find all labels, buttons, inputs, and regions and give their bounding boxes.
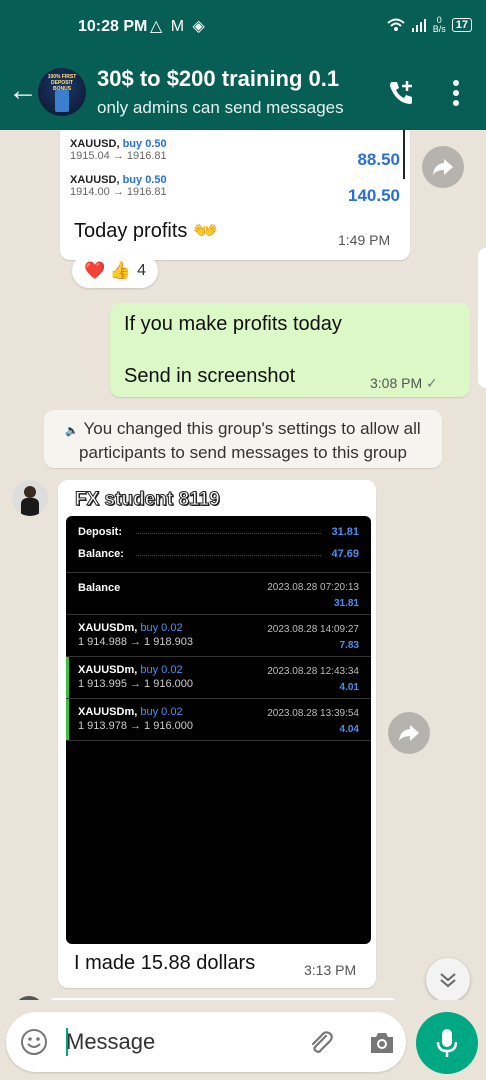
battery-icon: 17	[451, 18, 472, 32]
double-chevron-down-icon	[440, 973, 456, 988]
signal-icon	[411, 19, 426, 32]
message-text: If you make profits today	[124, 313, 342, 335]
status-right-icons: 0 B/s 17	[387, 16, 472, 34]
system-text: You changed this group's settings to all…	[79, 419, 421, 462]
net-speed: 0 B/s	[432, 15, 446, 34]
reaction-count: 4	[137, 262, 146, 279]
trade-profit: 140.50	[348, 186, 400, 205]
divider	[66, 614, 371, 615]
back-arrow-icon[interactable]: ←	[8, 76, 38, 106]
avatar-body	[21, 498, 39, 516]
sent-check-icon: ✓	[426, 375, 438, 391]
avatar-head	[24, 486, 36, 498]
message-text: Today profits 👐	[74, 220, 218, 242]
group-avatar[interactable]: 100% FIRST DEPOSIT BONUS	[38, 68, 86, 116]
mic-button[interactable]	[416, 1012, 478, 1074]
status-time: 10:28 PM	[78, 18, 148, 35]
emoji-icon[interactable]	[20, 1028, 48, 1056]
message-text: I made 15.88 dollars	[74, 952, 256, 974]
menu-dots-icon[interactable]	[446, 78, 466, 108]
trade-row: XAUUSDm, buy 0.02 1 913.978 → 1 916.000 …	[78, 706, 359, 735]
message-time: 3:13 PM	[304, 962, 357, 978]
chat-header: 10:28 PM △ M ◈ 0 B/s 17 ← 100% FIRST DEP…	[0, 0, 486, 130]
divider	[66, 656, 371, 657]
dot-leader	[136, 533, 321, 534]
sender-name[interactable]: FX student 8119	[75, 489, 221, 511]
trade-row: XAUUSDm, buy 0.02 1 914.988 → 1 918.903 …	[78, 622, 359, 651]
next-sender-avatar	[14, 996, 44, 1000]
incoming-message[interactable]: XAUUSD, buy 0.50 1915.04 → 1916.81 88.50…	[60, 130, 410, 260]
dot-leader	[136, 555, 321, 556]
divider	[66, 740, 371, 741]
outgoing-message[interactable]: If you make profits today Send in screen…	[110, 303, 470, 397]
system-speaker-icon: 🔈	[65, 425, 80, 437]
chat-area[interactable]: XAUUSD, buy 0.50 1915.04 → 1916.81 88.50…	[0, 130, 486, 1000]
add-call-icon[interactable]	[386, 78, 416, 108]
chat-subtitle: only admins can send messages	[97, 98, 344, 117]
microphone-icon	[436, 1029, 458, 1057]
message-time: 3:08 PM ✓	[370, 375, 438, 391]
forward-icon	[399, 725, 419, 741]
partial-bubble-edge	[478, 248, 486, 388]
phone-graphic	[55, 90, 69, 112]
forward-icon	[433, 159, 453, 175]
trade-row: XAUUSD, buy 0.50 1915.04 → 1916.81	[70, 138, 167, 162]
reactions-bar[interactable]: ❤️ 👍 4	[72, 254, 158, 288]
scroll-to-bottom-button[interactable]	[426, 958, 470, 1000]
screenshot-image[interactable]: Deposit: 31.81 Balance: 47.69 Balance 20…	[66, 516, 371, 944]
screenshot-edge	[403, 130, 405, 179]
chat-title[interactable]: 30$ to $200 training 0.1	[97, 66, 339, 92]
wifi-icon	[387, 18, 405, 31]
system-message: 🔈 You changed this group's settings to a…	[44, 410, 442, 468]
sender-avatar[interactable]	[12, 480, 48, 516]
deposit-row: Deposit: 31.81	[78, 526, 359, 538]
paperclip-icon[interactable]	[306, 1028, 334, 1056]
trade-row: XAUUSDm, buy 0.02 1 913.995 → 1 916.000 …	[78, 664, 359, 693]
reaction-emojis: ❤️ 👍	[84, 261, 132, 280]
notification-icons: △ M ◈	[150, 18, 207, 35]
next-message-preview	[48, 998, 398, 1000]
forward-button[interactable]	[388, 712, 430, 754]
message-text: Send in screenshot	[124, 365, 296, 387]
trade-profit: 88.50	[357, 150, 400, 169]
camera-icon[interactable]	[368, 1030, 396, 1056]
divider	[66, 572, 371, 573]
balance-row: Balance 2023.08.28 07:20:13 31.81	[78, 582, 359, 609]
status-bar: 10:28 PM △ M ◈ 0 B/s 17	[0, 0, 486, 56]
message-composer	[6, 1012, 406, 1072]
message-time: 1:49 PM	[338, 232, 391, 248]
message-input[interactable]	[66, 1026, 296, 1058]
forward-button[interactable]	[422, 146, 464, 188]
trade-row: XAUUSD, buy 0.50 1914.00 → 1916.81	[70, 174, 167, 198]
balance-summary-row: Balance: 47.69	[78, 548, 359, 560]
divider	[66, 698, 371, 699]
